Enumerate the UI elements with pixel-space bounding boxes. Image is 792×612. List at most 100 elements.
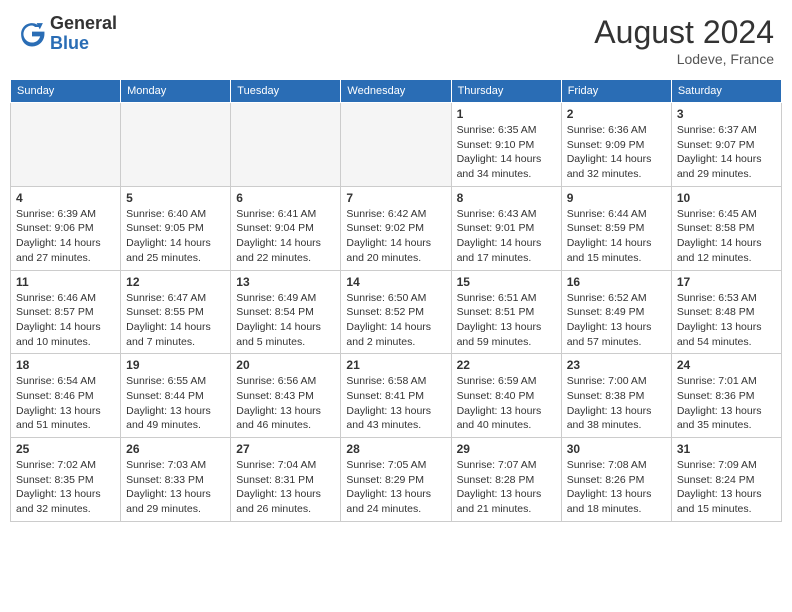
title-block: August 2024 Lodeve, France	[594, 14, 774, 67]
calendar-cell: 10 Sunrise: 6:45 AM Sunset: 8:58 PM Dayli…	[671, 186, 781, 270]
day-number: 1	[457, 107, 556, 121]
day-number: 30	[567, 442, 666, 456]
day-number: 19	[126, 358, 225, 372]
day-info: Sunrise: 6:35 AM Sunset: 9:10 PM Dayligh…	[457, 123, 556, 182]
day-number: 21	[346, 358, 445, 372]
calendar-cell: 21 Sunrise: 6:58 AM Sunset: 8:41 PM Dayli…	[341, 354, 451, 438]
day-info: Sunrise: 7:07 AM Sunset: 8:28 PM Dayligh…	[457, 458, 556, 517]
day-number: 22	[457, 358, 556, 372]
day-number: 14	[346, 275, 445, 289]
calendar-cell: 27 Sunrise: 7:04 AM Sunset: 8:31 PM Dayli…	[231, 438, 341, 522]
calendar-cell: 14 Sunrise: 6:50 AM Sunset: 8:52 PM Dayli…	[341, 270, 451, 354]
day-number: 10	[677, 191, 776, 205]
weekday-header-thursday: Thursday	[451, 80, 561, 103]
day-info: Sunrise: 6:50 AM Sunset: 8:52 PM Dayligh…	[346, 291, 445, 350]
calendar-cell	[121, 103, 231, 187]
day-info: Sunrise: 6:43 AM Sunset: 9:01 PM Dayligh…	[457, 207, 556, 266]
calendar-cell: 16 Sunrise: 6:52 AM Sunset: 8:49 PM Dayli…	[561, 270, 671, 354]
calendar-cell: 23Sunrise: 7:00 AM Sunset: 8:38 PM Dayli…	[561, 354, 671, 438]
calendar-cell: 3 Sunrise: 6:37 AM Sunset: 9:07 PM Daylig…	[671, 103, 781, 187]
day-info: Sunrise: 6:56 AM Sunset: 8:43 PM Dayligh…	[236, 374, 335, 433]
day-info: Sunrise: 6:58 AM Sunset: 8:41 PM Dayligh…	[346, 374, 445, 433]
calendar-cell: 15Sunrise: 6:51 AM Sunset: 8:51 PM Dayli…	[451, 270, 561, 354]
logo-general-text: General	[50, 13, 117, 33]
calendar-cell: 1 Sunrise: 6:35 AM Sunset: 9:10 PM Daylig…	[451, 103, 561, 187]
day-number: 8	[457, 191, 556, 205]
calendar-cell: 13 Sunrise: 6:49 AM Sunset: 8:54 PM Dayli…	[231, 270, 341, 354]
logo: General Blue	[18, 14, 117, 54]
day-info: Sunrise: 6:40 AM Sunset: 9:05 PM Dayligh…	[126, 207, 225, 266]
weekday-header-monday: Monday	[121, 80, 231, 103]
calendar-cell: 26Sunrise: 7:03 AM Sunset: 8:33 PM Dayli…	[121, 438, 231, 522]
day-info: Sunrise: 7:05 AM Sunset: 8:29 PM Dayligh…	[346, 458, 445, 517]
day-info: Sunrise: 6:44 AM Sunset: 8:59 PM Dayligh…	[567, 207, 666, 266]
calendar-table: SundayMondayTuesdayWednesdayThursdayFrid…	[10, 79, 782, 522]
day-info: Sunrise: 6:39 AM Sunset: 9:06 PM Dayligh…	[16, 207, 115, 266]
day-info: Sunrise: 6:52 AM Sunset: 8:49 PM Dayligh…	[567, 291, 666, 350]
day-number: 26	[126, 442, 225, 456]
calendar-cell	[11, 103, 121, 187]
calendar-cell	[231, 103, 341, 187]
weekday-header-tuesday: Tuesday	[231, 80, 341, 103]
day-number: 20	[236, 358, 335, 372]
day-number: 13	[236, 275, 335, 289]
calendar-cell: 20 Sunrise: 6:56 AM Sunset: 8:43 PM Dayli…	[231, 354, 341, 438]
calendar-cell: 9 Sunrise: 6:44 AM Sunset: 8:59 PM Daylig…	[561, 186, 671, 270]
day-info: Sunrise: 7:01 AM Sunset: 8:36 PM Dayligh…	[677, 374, 776, 433]
week-row-1: 1 Sunrise: 6:35 AM Sunset: 9:10 PM Daylig…	[11, 103, 782, 187]
day-number: 31	[677, 442, 776, 456]
day-number: 27	[236, 442, 335, 456]
calendar-cell: 24 Sunrise: 7:01 AM Sunset: 8:36 PM Dayli…	[671, 354, 781, 438]
day-number: 11	[16, 275, 115, 289]
calendar-cell: 4 Sunrise: 6:39 AM Sunset: 9:06 PM Daylig…	[11, 186, 121, 270]
calendar-cell: 28 Sunrise: 7:05 AM Sunset: 8:29 PM Dayli…	[341, 438, 451, 522]
header: General Blue August 2024 Lodeve, France	[10, 10, 782, 71]
weekday-header-row: SundayMondayTuesdayWednesdayThursdayFrid…	[11, 80, 782, 103]
day-number: 23	[567, 358, 666, 372]
logo-icon	[18, 20, 46, 48]
day-number: 7	[346, 191, 445, 205]
calendar-cell: 7Sunrise: 6:42 AM Sunset: 9:02 PM Daylig…	[341, 186, 451, 270]
calendar-cell: 25 Sunrise: 7:02 AM Sunset: 8:35 PM Dayli…	[11, 438, 121, 522]
calendar-cell: 19 Sunrise: 6:55 AM Sunset: 8:44 PM Dayli…	[121, 354, 231, 438]
day-number: 12	[126, 275, 225, 289]
day-number: 15	[457, 275, 556, 289]
day-number: 5	[126, 191, 225, 205]
day-info: Sunrise: 6:37 AM Sunset: 9:07 PM Dayligh…	[677, 123, 776, 182]
week-row-2: 4 Sunrise: 6:39 AM Sunset: 9:06 PM Daylig…	[11, 186, 782, 270]
day-number: 9	[567, 191, 666, 205]
day-info: Sunrise: 6:41 AM Sunset: 9:04 PM Dayligh…	[236, 207, 335, 266]
day-number: 16	[567, 275, 666, 289]
day-number: 6	[236, 191, 335, 205]
day-info: Sunrise: 7:08 AM Sunset: 8:26 PM Dayligh…	[567, 458, 666, 517]
day-number: 2	[567, 107, 666, 121]
day-info: Sunrise: 6:59 AM Sunset: 8:40 PM Dayligh…	[457, 374, 556, 433]
day-number: 4	[16, 191, 115, 205]
logo-blue-text: Blue	[50, 33, 89, 53]
weekday-header-sunday: Sunday	[11, 80, 121, 103]
calendar-cell: 22 Sunrise: 6:59 AM Sunset: 8:40 PM Dayli…	[451, 354, 561, 438]
day-number: 3	[677, 107, 776, 121]
day-number: 24	[677, 358, 776, 372]
day-info: Sunrise: 7:02 AM Sunset: 8:35 PM Dayligh…	[16, 458, 115, 517]
day-number: 28	[346, 442, 445, 456]
day-info: Sunrise: 6:55 AM Sunset: 8:44 PM Dayligh…	[126, 374, 225, 433]
day-info: Sunrise: 6:36 AM Sunset: 9:09 PM Dayligh…	[567, 123, 666, 182]
week-row-5: 25 Sunrise: 7:02 AM Sunset: 8:35 PM Dayli…	[11, 438, 782, 522]
day-info: Sunrise: 6:47 AM Sunset: 8:55 PM Dayligh…	[126, 291, 225, 350]
calendar-cell: 12 Sunrise: 6:47 AM Sunset: 8:55 PM Dayli…	[121, 270, 231, 354]
day-number: 25	[16, 442, 115, 456]
day-number: 29	[457, 442, 556, 456]
day-number: 18	[16, 358, 115, 372]
day-info: Sunrise: 6:45 AM Sunset: 8:58 PM Dayligh…	[677, 207, 776, 266]
calendar-cell: 30 Sunrise: 7:08 AM Sunset: 8:26 PM Dayli…	[561, 438, 671, 522]
day-info: Sunrise: 6:53 AM Sunset: 8:48 PM Dayligh…	[677, 291, 776, 350]
month-title: August 2024	[594, 14, 774, 51]
calendar-cell	[341, 103, 451, 187]
day-info: Sunrise: 6:54 AM Sunset: 8:46 PM Dayligh…	[16, 374, 115, 433]
day-info: Sunrise: 6:49 AM Sunset: 8:54 PM Dayligh…	[236, 291, 335, 350]
day-info: Sunrise: 7:04 AM Sunset: 8:31 PM Dayligh…	[236, 458, 335, 517]
week-row-4: 18 Sunrise: 6:54 AM Sunset: 8:46 PM Dayli…	[11, 354, 782, 438]
calendar-cell: 18 Sunrise: 6:54 AM Sunset: 8:46 PM Dayli…	[11, 354, 121, 438]
week-row-3: 11Sunrise: 6:46 AM Sunset: 8:57 PM Dayli…	[11, 270, 782, 354]
